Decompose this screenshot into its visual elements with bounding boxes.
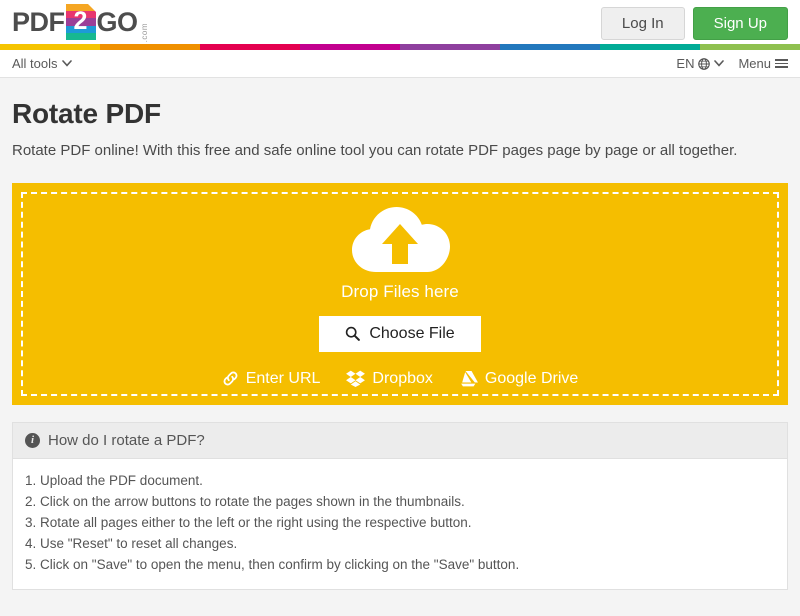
logo-mark-icon: 2: [65, 4, 96, 40]
google-drive-label: Google Drive: [484, 369, 579, 387]
info-icon: i: [25, 432, 40, 448]
search-icon: [346, 326, 361, 341]
enter-url-label: Enter URL: [245, 369, 321, 387]
choose-file-button[interactable]: Choose File: [319, 315, 481, 352]
link-icon: [223, 371, 238, 386]
main-content: Rotate PDF Rotate PDF online! With this …: [0, 98, 800, 590]
language-selector[interactable]: EN: [676, 56, 725, 71]
list-item: 5. Click on "Save" to open the menu, the…: [25, 556, 520, 572]
stripe-segment-7: [600, 44, 700, 50]
log-in-button[interactable]: Log In: [600, 7, 685, 40]
dropbox-link[interactable]: Dropbox: [346, 369, 433, 388]
page-description: Rotate PDF online! With this free and sa…: [12, 142, 738, 159]
help-steps-list: 1. Upload the PDF document. 2. Click on …: [25, 470, 775, 575]
site-logo[interactable]: PDF 2 GO .com: [12, 0, 149, 44]
dropbox-icon: [346, 370, 366, 387]
stripe-segment-5: [400, 44, 500, 50]
list-item: 3. Rotate all pages either to the left o…: [25, 514, 472, 530]
all-tools-label: All tools: [12, 56, 58, 71]
stripe-segment-3: [200, 44, 300, 50]
google-drive-icon: [461, 370, 478, 387]
all-tools-menu[interactable]: All tools: [12, 56, 72, 71]
chevron-down-icon: [714, 60, 725, 67]
main-navbar: All tools EN Menu: [0, 50, 800, 78]
help-panel-title: How do I rotate a PDF?: [48, 431, 205, 449]
menu-label: Menu: [738, 56, 771, 71]
hamburger-icon: [775, 59, 788, 68]
stripe-segment-1: [0, 44, 100, 50]
logo-dotcom: .com: [139, 22, 149, 42]
logo-text-go: GO: [96, 6, 139, 37]
help-panel: i How do I rotate a PDF? 1. Upload the P…: [12, 421, 788, 590]
rainbow-stripe: [0, 44, 800, 50]
help-panel-body: 1. Upload the PDF document. 2. Click on …: [13, 459, 787, 589]
site-header: PDF 2 GO .com Log In Sign Up: [0, 0, 800, 44]
help-panel-header[interactable]: i How do I rotate a PDF?: [13, 422, 787, 459]
cloud-upload-icon: [352, 206, 450, 272]
menu-button[interactable]: Menu: [738, 56, 788, 71]
navbar-left: All tools: [12, 56, 72, 71]
list-item: 2. Click on the arrow buttons to rotate …: [25, 493, 465, 509]
dropbox-label: Dropbox: [372, 369, 433, 387]
choose-file-label: Choose File: [369, 324, 455, 342]
logo-mark-digit: 2: [73, 7, 88, 35]
globe-icon: [698, 57, 711, 70]
stripe-segment-8: [700, 44, 800, 50]
navbar-right: EN Menu: [676, 56, 788, 71]
logo-text-pdf: PDF: [12, 6, 65, 37]
upload-sources: Enter URL Dropbox Google Drive: [222, 369, 578, 388]
list-item: 1. Upload the PDF document.: [25, 472, 203, 488]
sign-up-button[interactable]: Sign Up: [692, 7, 788, 40]
stripe-segment-4: [300, 44, 400, 50]
chevron-down-icon: [61, 60, 72, 67]
list-item: 4. Use "Reset" to reset all changes.: [25, 535, 238, 551]
page-title: Rotate PDF: [12, 98, 161, 129]
stripe-segment-6: [500, 44, 600, 50]
dropzone-inner-border: Drop Files here Choose File Enter URL Dr…: [21, 191, 779, 396]
stripe-segment-2: [100, 44, 200, 50]
language-label: EN: [676, 56, 695, 71]
google-drive-link[interactable]: Google Drive: [459, 370, 578, 388]
header-actions: Log In Sign Up: [600, 7, 788, 40]
file-dropzone[interactable]: Drop Files here Choose File Enter URL Dr…: [12, 182, 788, 405]
enter-url-link[interactable]: Enter URL: [222, 369, 321, 388]
drop-files-label: Drop Files here: [341, 281, 459, 301]
